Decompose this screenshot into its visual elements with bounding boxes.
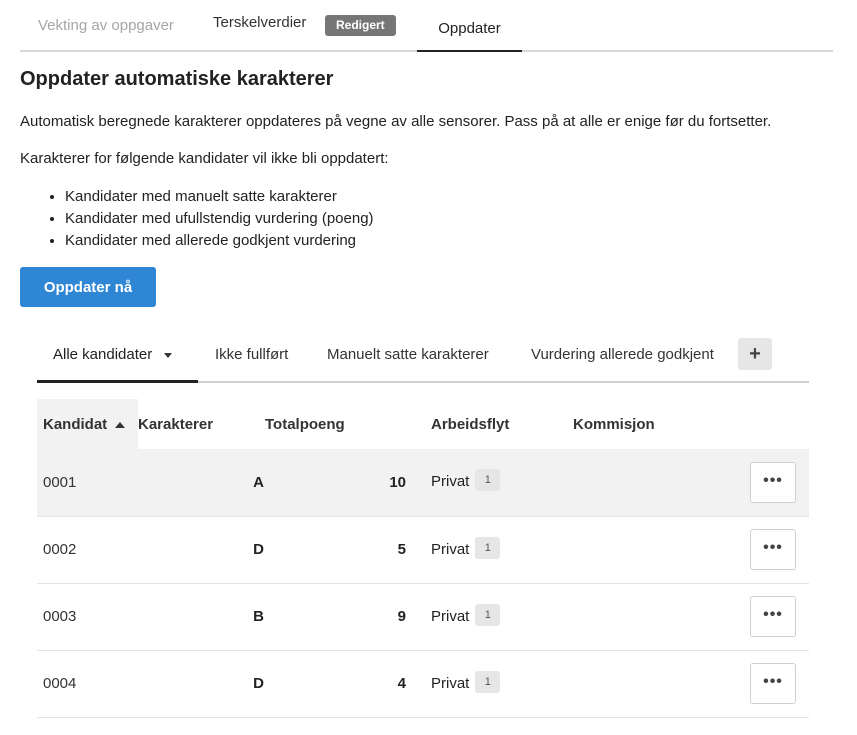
header-actions <box>710 399 809 449</box>
count-badge: 1 <box>475 603 501 626</box>
cell-grade: D <box>138 650 265 718</box>
header-total-points[interactable]: Totalpoeng <box>265 399 406 449</box>
sort-ascending-icon <box>115 421 126 428</box>
exclusion-list: Kandidater med manuelt satte karakterer … <box>20 186 374 252</box>
cell-workflow: Privat 1 <box>406 449 573 517</box>
cell-commission <box>573 516 711 584</box>
cell-actions: ••• <box>710 583 809 651</box>
cell-actions: ••• <box>710 449 809 517</box>
edited-badge: Redigert <box>325 15 396 36</box>
table-row[interactable]: 0004 D 4 Privat 1 ••• <box>37 650 809 718</box>
cell-workflow: Privat 1 <box>406 583 573 651</box>
cell-actions: ••• <box>710 650 809 718</box>
header-grades[interactable]: Karakterer <box>138 399 265 449</box>
more-options-button[interactable]: ••• <box>750 596 796 637</box>
cell-commission <box>573 650 711 718</box>
workflow-label: Privat <box>431 540 470 558</box>
cell-commission <box>573 583 711 651</box>
table-row[interactable]: 0001 A 10 Privat 1 ••• <box>37 449 809 517</box>
table-row[interactable]: 0002 D 5 Privat 1 ••• <box>37 516 809 584</box>
cell-candidate: 0002 <box>37 516 138 584</box>
workflow-label: Privat <box>431 674 470 692</box>
cell-points: 4 <box>265 650 406 718</box>
cell-candidate: 0001 <box>37 449 138 517</box>
cell-points: 5 <box>265 516 406 584</box>
count-badge: 1 <box>475 670 501 693</box>
tab-update[interactable]: Oppdater <box>417 4 522 52</box>
cell-candidate: 0004 <box>37 650 138 718</box>
workflow-label: Privat <box>431 473 470 491</box>
cell-commission <box>573 449 711 517</box>
cell-points: 10 <box>265 449 406 517</box>
tab-weighting: Vekting av oppgaver <box>38 17 174 34</box>
tab-incomplete[interactable]: Ikke fullført <box>215 328 288 381</box>
more-options-button[interactable]: ••• <box>750 663 796 704</box>
count-badge: 1 <box>475 469 501 492</box>
exclusion-item: Kandidater med ufullstendig vurdering (p… <box>65 208 374 230</box>
table-header-row: Kandidat Karakterer Totalpoeng Arbeidsfl… <box>37 399 809 449</box>
more-options-button[interactable]: ••• <box>750 461 796 503</box>
exclusion-intro-text: Karakterer for følgende kandidater vil i… <box>20 150 389 167</box>
intro-text: Automatisk beregnede karakterer oppdater… <box>20 113 772 130</box>
cell-actions: ••• <box>710 516 809 584</box>
header-candidate[interactable]: Kandidat <box>37 399 138 449</box>
filter-tab-bar: Alle kandidater Ikke fullført Manuelt sa… <box>37 328 809 383</box>
workflow-label: Privat <box>431 607 470 625</box>
cell-grade: B <box>138 583 265 651</box>
cell-candidate: 0003 <box>37 583 138 651</box>
table-row[interactable]: 0003 B 9 Privat 1 ••• <box>37 583 809 651</box>
header-commission[interactable]: Kommisjon <box>573 399 710 449</box>
cell-workflow: Privat 1 <box>406 650 573 718</box>
update-now-button[interactable]: Oppdater nå <box>20 267 156 307</box>
cell-workflow: Privat 1 <box>406 516 573 584</box>
cell-grade: D <box>138 516 265 584</box>
cell-grade: A <box>138 449 265 517</box>
more-options-button[interactable]: ••• <box>750 529 796 570</box>
tab-all-candidates-label: Alle kandidater <box>53 346 153 363</box>
page-title: Oppdater automatiske karakterer <box>20 68 334 90</box>
header-workflow[interactable]: Arbeidsflyt <box>406 399 573 449</box>
candidates-table: Kandidat Karakterer Totalpoeng Arbeidsfl… <box>37 399 809 718</box>
add-filter-button[interactable]: + <box>738 338 772 370</box>
exclusion-item: Kandidater med manuelt satte karakterer <box>65 186 374 208</box>
caret-down-icon[interactable] <box>164 352 173 358</box>
tab-manual-grades[interactable]: Manuelt satte karakterer <box>327 328 489 381</box>
count-badge: 1 <box>475 536 501 559</box>
cell-points: 9 <box>265 583 406 651</box>
tab-already-approved[interactable]: Vurdering allerede godkjent <box>531 328 714 381</box>
exclusion-item: Kandidater med allerede godkjent vurderi… <box>65 230 374 252</box>
top-tab-bar: Vekting av oppgaver Terskelverdier Redig… <box>20 0 833 52</box>
header-candidate-label: Kandidat <box>43 415 108 433</box>
tab-all-candidates[interactable]: Alle kandidater <box>37 328 198 383</box>
tab-thresholds[interactable]: Terskelverdier <box>213 0 306 49</box>
